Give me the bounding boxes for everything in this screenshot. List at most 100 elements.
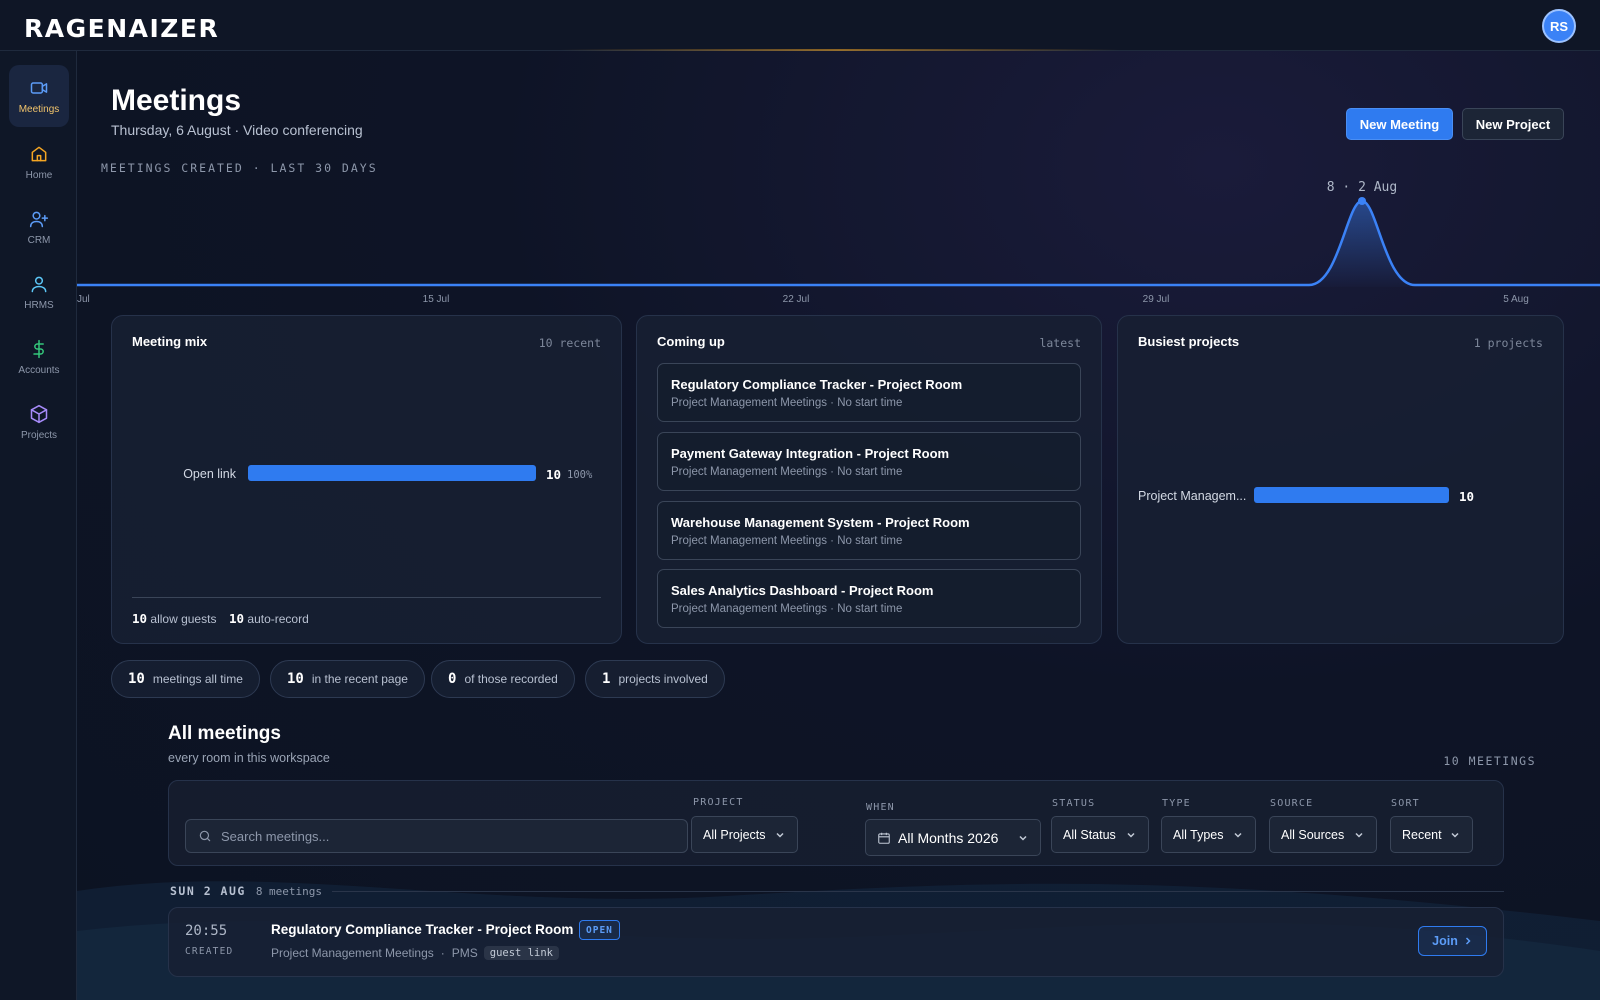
upcoming-item[interactable]: Regulatory Compliance Tracker - Project … <box>657 363 1081 422</box>
user-icon <box>31 276 47 292</box>
status-badge: OPEN <box>579 920 620 940</box>
sidebar-item-label: CRM <box>27 234 51 246</box>
stat-pill: 0 of those recorded <box>431 660 575 698</box>
card-title: Coming up <box>657 334 725 349</box>
card-note: latest <box>1039 336 1081 350</box>
x-tick-label: Jul <box>77 294 90 305</box>
card-divider <box>132 597 601 598</box>
when-select[interactable]: All Months 2026 <box>865 819 1041 856</box>
guests-label: allow guests <box>150 612 217 626</box>
stat-value: 10 <box>287 671 304 687</box>
cube-icon <box>30 404 48 423</box>
chart-peak-label: 8 · 2 Aug <box>1327 180 1397 195</box>
chevron-down-icon <box>776 832 784 838</box>
type-select[interactable]: All Types <box>1161 816 1256 853</box>
upcoming-sub: Project Management Meetings · No start t… <box>671 535 903 547</box>
type-select-value: All Types <box>1173 827 1224 842</box>
stat-label: projects involved <box>618 672 708 686</box>
upcoming-sub: Project Management Meetings · No start t… <box>671 466 903 478</box>
brand-logo[interactable]: RAGENAIZER <box>24 14 219 43</box>
sidebar-item-projects[interactable]: Projects <box>9 391 69 453</box>
top-bar: RAGENAIZER RS <box>0 0 1600 51</box>
card-title: Busiest projects <box>1138 334 1240 349</box>
card-note: 10 recent <box>538 336 601 350</box>
filter-label: WHEN <box>866 802 895 813</box>
filter-label: TYPE <box>1162 798 1191 809</box>
sidebar-item-hrms[interactable]: HRMS <box>9 261 69 323</box>
upcoming-title: Regulatory Compliance Tracker - Project … <box>671 377 963 392</box>
card-title: Meeting mix <box>132 334 208 349</box>
upcoming-item[interactable]: Sales Analytics Dashboard - Project Room… <box>657 569 1081 628</box>
user-avatar[interactable]: RS <box>1542 9 1576 43</box>
meeting-meta: Project Management Meetings · PMS guest … <box>271 946 559 960</box>
x-tick-label: 5 Aug <box>1503 294 1529 305</box>
new-meeting-button[interactable]: New Meeting <box>1346 108 1453 140</box>
stat-label: of those recorded <box>464 672 558 686</box>
sidebar-item-crm[interactable]: CRM <box>9 196 69 258</box>
calendar-icon <box>878 832 890 844</box>
meeting-category: Project Management Meetings <box>271 946 434 960</box>
mix-foot-guests: 10 allow guests <box>132 611 216 626</box>
sidebar-item-label: Accounts <box>18 364 60 376</box>
guest-link-tag: guest link <box>483 946 559 960</box>
page-subtitle: Thursday, 6 August · Video conferencing <box>111 122 363 138</box>
chevron-down-icon <box>1127 832 1135 838</box>
upcoming-item[interactable]: Payment Gateway Integration - Project Ro… <box>657 432 1081 491</box>
busiest-projects-card: Busiest projects 1 projects Project Mana… <box>1117 315 1564 644</box>
mix-row-label: Open link <box>183 467 236 481</box>
chevron-down-icon <box>1019 835 1027 841</box>
source-select[interactable]: All Sources <box>1269 816 1377 853</box>
sort-select[interactable]: Recent <box>1390 816 1473 853</box>
filter-label: PROJECT <box>693 797 744 808</box>
x-tick-label: 22 Jul <box>783 294 810 305</box>
sidebar-item-accounts[interactable]: Accounts <box>9 326 69 388</box>
status-select[interactable]: All Status <box>1051 816 1149 853</box>
filter-bar: PROJECT All Projects WHEN All Months 202… <box>168 780 1504 866</box>
source-select-value: All Sources <box>1281 827 1345 842</box>
sidebar-item-label: Projects <box>20 429 58 441</box>
section-title: All meetings <box>168 723 281 744</box>
upcoming-title: Payment Gateway Integration - Project Ro… <box>671 446 950 461</box>
upcoming-item[interactable]: Warehouse Management System - Project Ro… <box>657 501 1081 560</box>
group-divider <box>332 891 1504 892</box>
coming-up-card: Coming up latest Regulatory Compliance T… <box>636 315 1102 644</box>
date-group-header: SUN 2 AUG 8 meetings <box>170 884 322 898</box>
meeting-title[interactable]: Regulatory Compliance Tracker - Project … <box>271 922 573 937</box>
stat-value: 10 <box>128 671 145 687</box>
group-date: SUN 2 AUG <box>170 884 246 898</box>
stat-label: meetings all time <box>152 672 243 686</box>
sidebar-item-meetings[interactable]: Meetings <box>9 65 69 127</box>
meeting-source: PMS <box>451 946 478 960</box>
stat-label: in the recent page <box>311 672 408 686</box>
meeting-row[interactable]: 20:55 CREATED Regulatory Compliance Trac… <box>168 907 1504 977</box>
chart-peak-point <box>1358 197 1366 205</box>
filter-label: SORT <box>1391 798 1420 809</box>
busiest-row-label: Project Managem... <box>1138 489 1247 503</box>
user-plus-icon <box>29 211 49 227</box>
join-button[interactable]: Join <box>1418 926 1487 956</box>
new-project-button[interactable]: New Project <box>1462 108 1564 140</box>
mix-bar-percent: 100% <box>567 469 593 481</box>
page-title: Meetings <box>111 84 242 117</box>
join-label: Join <box>1432 934 1458 948</box>
search-input[interactable] <box>221 828 681 844</box>
home-icon <box>31 146 47 161</box>
stat-value: 1 <box>602 671 611 687</box>
stat-pill: 10 in the recent page <box>270 660 425 698</box>
busiest-bar <box>1254 487 1449 503</box>
search-box[interactable] <box>185 819 688 853</box>
main-content: Meetings Thursday, 6 August · Video conf… <box>77 51 1600 1000</box>
filter-label: STATUS <box>1052 798 1096 809</box>
sidebar-item-home[interactable]: Home <box>9 131 69 193</box>
project-select[interactable]: All Projects <box>691 816 798 853</box>
upcoming-title: Warehouse Management System - Project Ro… <box>671 515 970 530</box>
sort-select-value: Recent <box>1402 827 1442 842</box>
chevron-right-icon <box>1465 937 1471 945</box>
record-label: auto-record <box>247 612 309 626</box>
status-select-value: All Status <box>1063 827 1116 842</box>
stat-value: 0 <box>448 671 457 687</box>
meetings-count: 10 MEETINGS <box>1443 754 1536 768</box>
meeting-created-label: CREATED <box>185 946 234 957</box>
meta-separator: · <box>440 946 445 960</box>
chevron-down-icon <box>1234 832 1242 838</box>
